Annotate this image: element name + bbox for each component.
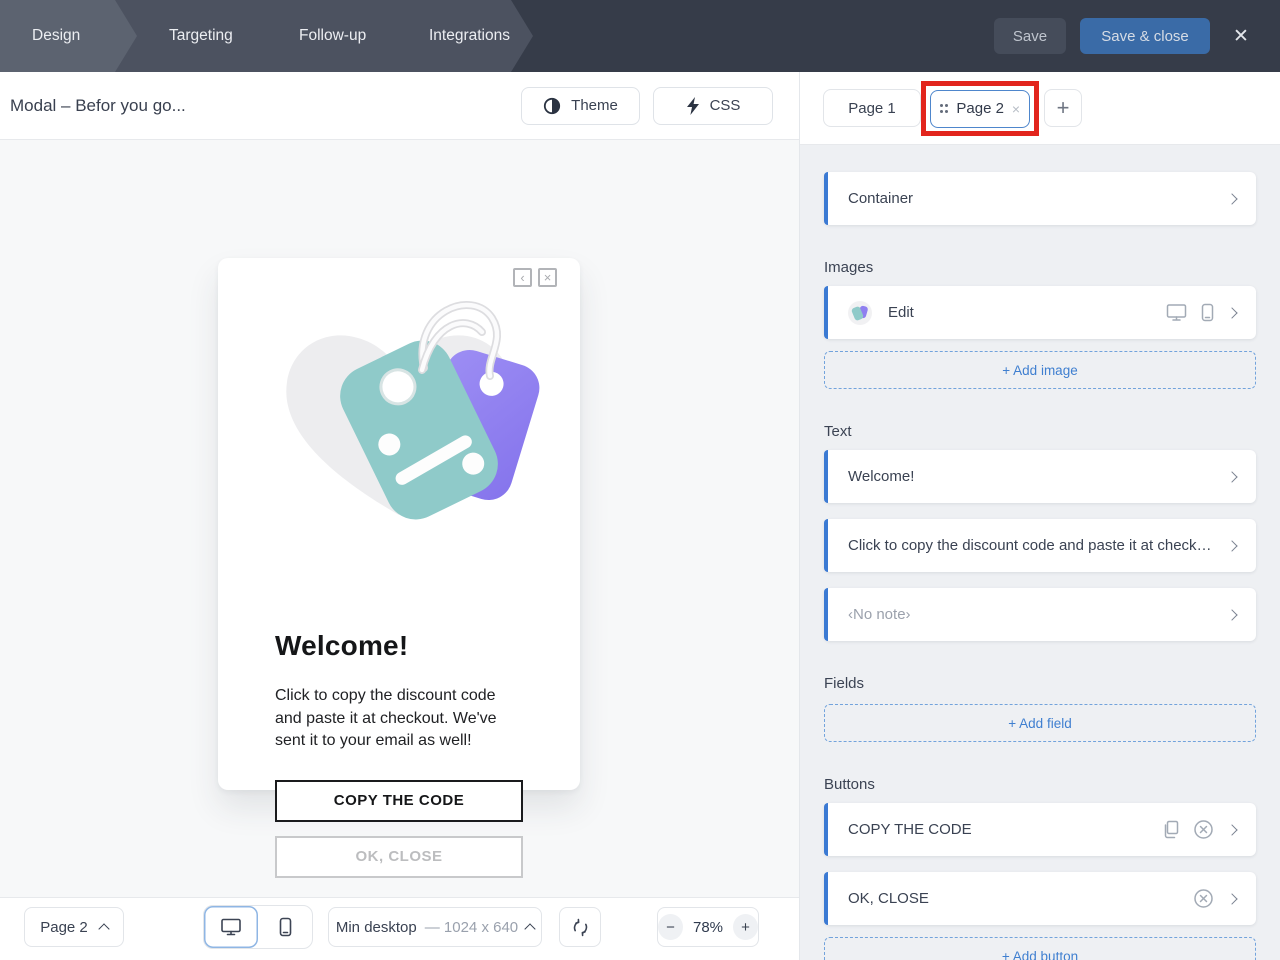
mobile-toggle-button[interactable]: [258, 906, 312, 948]
popup-builder-app: Design Targeting Follow-up Integrations …: [0, 0, 1280, 960]
text-row-label: ‹No note›: [848, 606, 1228, 623]
text-section-label: Text: [824, 423, 1256, 440]
refresh-icon: [571, 918, 590, 937]
image-edit-row[interactable]: Edit: [824, 286, 1256, 339]
text-row-body[interactable]: Click to copy the discount code and past…: [824, 519, 1256, 572]
ok-close-button[interactable]: OK, CLOSE: [275, 836, 523, 878]
close-icon[interactable]: ✕: [1224, 18, 1258, 54]
chevron-up-icon: [524, 923, 535, 934]
chevron-up-icon: [98, 923, 109, 934]
add-image-button[interactable]: + Add image: [824, 351, 1256, 389]
refresh-preview-button[interactable]: [559, 907, 601, 947]
drag-handle-icon[interactable]: [940, 104, 949, 113]
chevron-right-icon: [1226, 824, 1237, 835]
chevron-right-icon: [1226, 193, 1237, 204]
css-button[interactable]: CSS: [653, 87, 773, 125]
text-row-label: Click to copy the discount code and past…: [848, 537, 1216, 554]
bottom-bar: Page 2 Min desktop — 1024 x 640: [0, 897, 799, 960]
preview-body-text: Click to copy the discount code and past…: [275, 685, 523, 753]
container-row[interactable]: Container: [824, 172, 1256, 225]
discount-tags-illustration: [234, 270, 564, 535]
page-1-tab[interactable]: Page 1: [823, 89, 921, 127]
chevron-right-icon: [1226, 471, 1237, 482]
pages-tab-row: Page 1 Page 2 × +: [800, 72, 1280, 145]
zoom-control: − 78% +: [657, 907, 759, 947]
preview-content: Welcome! Click to copy the discount code…: [275, 630, 523, 878]
tab-design[interactable]: Design: [0, 0, 137, 72]
disable-circle-x-icon[interactable]: [1193, 819, 1214, 840]
add-button-button[interactable]: + Add button: [824, 937, 1256, 960]
chevron-right-icon: [1226, 307, 1237, 318]
page-selector-dropdown[interactable]: Page 2: [24, 907, 124, 947]
page-2-tab[interactable]: Page 2 ×: [930, 90, 1030, 128]
add-field-button[interactable]: + Add field: [824, 704, 1256, 742]
css-button-label: CSS: [710, 97, 741, 114]
zoom-level: 78%: [693, 919, 723, 936]
button-row-copy-code[interactable]: COPY THE CODE: [824, 803, 1256, 856]
mobile-icon: [279, 917, 292, 937]
annotation-highlight: Page 2 ×: [921, 81, 1039, 136]
theme-button-label: Theme: [571, 97, 618, 114]
text-row-label: Welcome!: [848, 468, 1228, 485]
chevron-right-icon: [1226, 540, 1237, 551]
button-row-ok-close[interactable]: OK, CLOSE: [824, 872, 1256, 925]
tab-targeting[interactable]: Targeting: [115, 0, 267, 72]
lightning-bolt-icon: [686, 97, 700, 115]
tab-follow-up[interactable]: Follow-up: [245, 0, 397, 72]
tab-integrations[interactable]: Integrations: [375, 0, 533, 72]
desktop-toggle-button[interactable]: [204, 906, 258, 948]
text-row-heading[interactable]: Welcome!: [824, 450, 1256, 503]
save-button[interactable]: Save: [994, 18, 1066, 54]
top-bar: Design Targeting Follow-up Integrations …: [0, 0, 1280, 72]
button-row-label: OK, CLOSE: [848, 890, 1181, 907]
settings-panel: Page 1 Page 2 × + Container Images Edit: [800, 72, 1280, 960]
preview-heading: Welcome!: [275, 630, 523, 662]
editor-toolbar: Modal – Befor you go... Theme CSS: [0, 72, 799, 140]
container-row-label: Container: [848, 190, 1228, 207]
image-thumbnail: [848, 301, 872, 325]
toolbar-buttons: Theme CSS: [521, 87, 773, 125]
copy-action-icon[interactable]: [1162, 820, 1179, 839]
page-2-tab-label: Page 2: [956, 100, 1004, 117]
add-page-button[interactable]: +: [1044, 89, 1082, 127]
chevron-right-icon: [1226, 609, 1237, 620]
desktop-icon: [220, 917, 242, 937]
preview-canvas: ‹ ×: [0, 140, 799, 897]
image-edit-label: Edit: [888, 304, 1154, 321]
screen-size-dropdown[interactable]: Min desktop — 1024 x 640: [328, 907, 542, 947]
copy-the-code-button[interactable]: COPY THE CODE: [275, 780, 523, 822]
chevron-right-icon: [1226, 893, 1237, 904]
save-and-close-button[interactable]: Save & close: [1080, 18, 1210, 54]
editor-pane: Modal – Befor you go... Theme CSS: [0, 72, 800, 960]
device-toggle-group: [203, 905, 313, 949]
zoom-in-button[interactable]: +: [733, 914, 758, 940]
desktop-visibility-icon[interactable]: [1166, 303, 1187, 322]
page-selector-label: Page 2: [40, 919, 88, 936]
button-row-label: COPY THE CODE: [848, 821, 1150, 838]
mobile-visibility-icon[interactable]: [1201, 303, 1214, 322]
text-row-note[interactable]: ‹No note›: [824, 588, 1256, 641]
buttons-section-label: Buttons: [824, 776, 1256, 793]
popup-preview-modal[interactable]: ‹ ×: [218, 258, 580, 790]
topbar-actions: Save Save & close ✕: [994, 0, 1280, 72]
page-2-close-icon[interactable]: ×: [1012, 101, 1020, 117]
widget-title: Modal – Befor you go...: [10, 96, 186, 116]
screen-size-label: Min desktop: [336, 919, 417, 936]
fields-section-label: Fields: [824, 675, 1256, 692]
theme-contrast-icon: [543, 97, 561, 115]
images-section-label: Images: [824, 259, 1256, 276]
elements-list: Container Images Edit + Add image Text W…: [800, 145, 1280, 960]
disable-circle-x-icon[interactable]: [1193, 888, 1214, 909]
screen-size-dimensions: — 1024 x 640: [425, 919, 518, 936]
theme-button[interactable]: Theme: [521, 87, 640, 125]
zoom-out-button[interactable]: −: [658, 914, 683, 940]
